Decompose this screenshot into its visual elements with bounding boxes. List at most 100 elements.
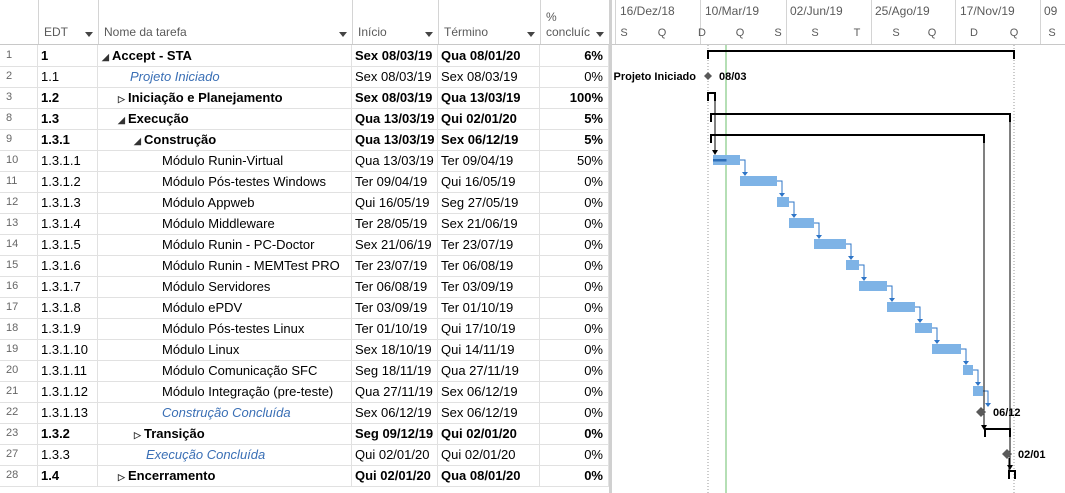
row-number[interactable]: 12	[0, 192, 38, 213]
start-date-cell[interactable]: Qua 13/03/19	[352, 150, 438, 171]
start-date-cell[interactable]: Qui 16/05/19	[352, 192, 438, 213]
percent-complete-cell[interactable]: 0%	[540, 171, 609, 192]
edt-cell[interactable]: 1.3.1.13	[38, 402, 98, 423]
finish-date-cell[interactable]: Seg 27/05/19	[438, 192, 540, 213]
edt-cell[interactable]: 1.3.1.9	[38, 318, 98, 339]
table-row[interactable]: 27 1.3.3 Execução Concluída Qui 02/01/20 Qui…	[0, 444, 609, 466]
start-date-cell[interactable]: Ter 03/09/19	[352, 297, 438, 318]
task-name-cell[interactable]: ◢ Accept - STA	[98, 45, 352, 66]
edt-cell[interactable]: 1.1	[38, 66, 98, 87]
row-number[interactable]: 22	[0, 402, 38, 423]
task-name-cell[interactable]: Construção Concluída	[98, 402, 352, 423]
table-row[interactable]: 19 1.3.1.10 Módulo Linux Sex 18/10/19 Qui 14…	[0, 339, 609, 361]
row-number[interactable]: 27	[0, 444, 38, 465]
row-number[interactable]: 19	[0, 339, 38, 360]
task-name-cell[interactable]: Projeto Iniciado	[98, 66, 352, 87]
edt-cell[interactable]: 1.3.1.12	[38, 381, 98, 402]
task-name-cell[interactable]: Módulo Middleware	[98, 213, 352, 234]
start-date-cell[interactable]: Ter 06/08/19	[352, 276, 438, 297]
edt-cell[interactable]: 1.4	[38, 465, 98, 486]
table-row[interactable]: 28 1.4 ▷ Encerramento Qui 02/01/20 Qua 08/01/…	[0, 465, 609, 487]
task-name-cell[interactable]: ▷ Transição	[98, 423, 352, 444]
row-number[interactable]: 18	[0, 318, 38, 339]
edt-cell[interactable]: 1.3.1.1	[38, 150, 98, 171]
start-date-cell[interactable]: Ter 09/04/19	[352, 171, 438, 192]
finish-date-cell[interactable]: Ter 03/09/19	[438, 276, 540, 297]
dropdown-arrow-icon[interactable]	[527, 32, 535, 37]
table-row[interactable]: 22 1.3.1.13 Construção Concluída Sex 06/12/…	[0, 402, 609, 424]
dropdown-arrow-icon[interactable]	[596, 32, 604, 37]
percent-complete-cell[interactable]: 0%	[540, 444, 609, 465]
row-number[interactable]: 10	[0, 150, 38, 171]
collapse-icon[interactable]: ◢	[118, 110, 128, 129]
finish-date-cell[interactable]: Sex 08/03/19	[438, 66, 540, 87]
table-row[interactable]: 18 1.3.1.9 Módulo Pós-testes Linux Ter 01/1…	[0, 318, 609, 340]
finish-date-cell[interactable]: Qui 16/05/19	[438, 171, 540, 192]
percent-complete-cell[interactable]: 0%	[540, 423, 609, 444]
edt-cell[interactable]: 1.3.2	[38, 423, 98, 444]
finish-date-cell[interactable]: Qua 08/01/20	[438, 45, 540, 66]
task-name-cell[interactable]: Módulo Servidores	[98, 276, 352, 297]
table-row[interactable]: 21 1.3.1.12 Módulo Integração (pre-teste) Q…	[0, 381, 609, 403]
percent-complete-cell[interactable]: 0%	[540, 297, 609, 318]
table-row[interactable]: 1 1 ◢ Accept - STA Sex 08/03/19 Qua 08/01/20 6…	[0, 45, 609, 67]
table-row[interactable]: 17 1.3.1.8 Módulo ePDV Ter 03/09/19 Ter 01/1…	[0, 297, 609, 319]
task-name-cell[interactable]: Módulo Pós-testes Linux	[98, 318, 352, 339]
edt-cell[interactable]: 1.3.1.2	[38, 171, 98, 192]
row-number[interactable]: 2	[0, 66, 38, 87]
edt-cell[interactable]: 1.3.1.7	[38, 276, 98, 297]
row-number-header[interactable]	[0, 0, 39, 44]
task-name-cell[interactable]: Módulo Appweb	[98, 192, 352, 213]
finish-date-cell[interactable]: Ter 09/04/19	[438, 150, 540, 171]
task-name-cell[interactable]: Módulo Runin-Virtual	[98, 150, 352, 171]
start-date-cell[interactable]: Sex 18/10/19	[352, 339, 438, 360]
table-row[interactable]: 12 1.3.1.3 Módulo Appweb Qui 16/05/19 Seg 27…	[0, 192, 609, 214]
finish-date-cell[interactable]: Qui 02/01/20	[438, 444, 540, 465]
task-name-cell[interactable]: Módulo Linux	[98, 339, 352, 360]
percent-complete-cell[interactable]: 0%	[540, 360, 609, 381]
percent-complete-cell[interactable]: 0%	[540, 318, 609, 339]
table-row[interactable]: 11 1.3.1.2 Módulo Pós-testes Windows Ter 09…	[0, 171, 609, 193]
edt-cell[interactable]: 1.3.1.4	[38, 213, 98, 234]
expand-icon[interactable]: ▷	[118, 89, 128, 108]
task-name-cell[interactable]: ▷ Encerramento	[98, 465, 352, 486]
table-row[interactable]: 13 1.3.1.4 Módulo Middleware Ter 28/05/19 Se…	[0, 213, 609, 235]
start-date-cell[interactable]: Seg 18/11/19	[352, 360, 438, 381]
task-name-cell[interactable]: ◢ Execução	[98, 108, 352, 129]
start-date-cell[interactable]: Qua 27/11/19	[352, 381, 438, 402]
table-row[interactable]: 14 1.3.1.5 Módulo Runin - PC-Doctor Sex 21/…	[0, 234, 609, 256]
percent-complete-cell[interactable]: 0%	[540, 339, 609, 360]
percent-complete-cell[interactable]: 0%	[540, 213, 609, 234]
row-number[interactable]: 16	[0, 276, 38, 297]
start-date-cell[interactable]: Qui 02/01/20	[352, 465, 438, 486]
finish-date-cell[interactable]: Sex 21/06/19	[438, 213, 540, 234]
edt-cell[interactable]: 1	[38, 45, 98, 66]
table-row[interactable]: 9 1.3.1 ◢ Construção Qua 13/03/19 Sex 06/12/1…	[0, 129, 609, 151]
start-date-cell[interactable]: Qua 13/03/19	[352, 129, 438, 150]
finish-date-cell[interactable]: Ter 23/07/19	[438, 234, 540, 255]
start-date-cell[interactable]: Sex 21/06/19	[352, 234, 438, 255]
row-number[interactable]: 23	[0, 423, 38, 444]
edt-cell[interactable]: 1.3	[38, 108, 98, 129]
dropdown-arrow-icon[interactable]	[85, 32, 93, 37]
start-date-cell[interactable]: Ter 23/07/19	[352, 255, 438, 276]
row-number[interactable]: 13	[0, 213, 38, 234]
row-number[interactable]: 11	[0, 171, 38, 192]
row-number[interactable]: 21	[0, 381, 38, 402]
percent-complete-cell[interactable]: 0%	[540, 234, 609, 255]
finish-date-cell[interactable]: Ter 06/08/19	[438, 255, 540, 276]
percent-complete-cell[interactable]: 50%	[540, 150, 609, 171]
task-name-cell[interactable]: Módulo Runin - PC-Doctor	[98, 234, 352, 255]
start-date-cell[interactable]: Sex 06/12/19	[352, 402, 438, 423]
edt-cell[interactable]: 1.2	[38, 87, 98, 108]
column-header-termino[interactable]: Término	[438, 0, 541, 44]
task-name-cell[interactable]: ◢ Construção	[98, 129, 352, 150]
start-date-cell[interactable]: Seg 09/12/19	[352, 423, 438, 444]
row-number[interactable]: 8	[0, 108, 38, 129]
dropdown-arrow-icon[interactable]	[339, 32, 347, 37]
edt-cell[interactable]: 1.3.1	[38, 129, 98, 150]
task-name-cell[interactable]: Módulo Runin - MEMTest PRO	[98, 255, 352, 276]
start-date-cell[interactable]: Sex 08/03/19	[352, 66, 438, 87]
task-name-cell[interactable]: Módulo Integração (pre-teste)	[98, 381, 352, 402]
task-name-cell[interactable]: Módulo Comunicação SFC	[98, 360, 352, 381]
